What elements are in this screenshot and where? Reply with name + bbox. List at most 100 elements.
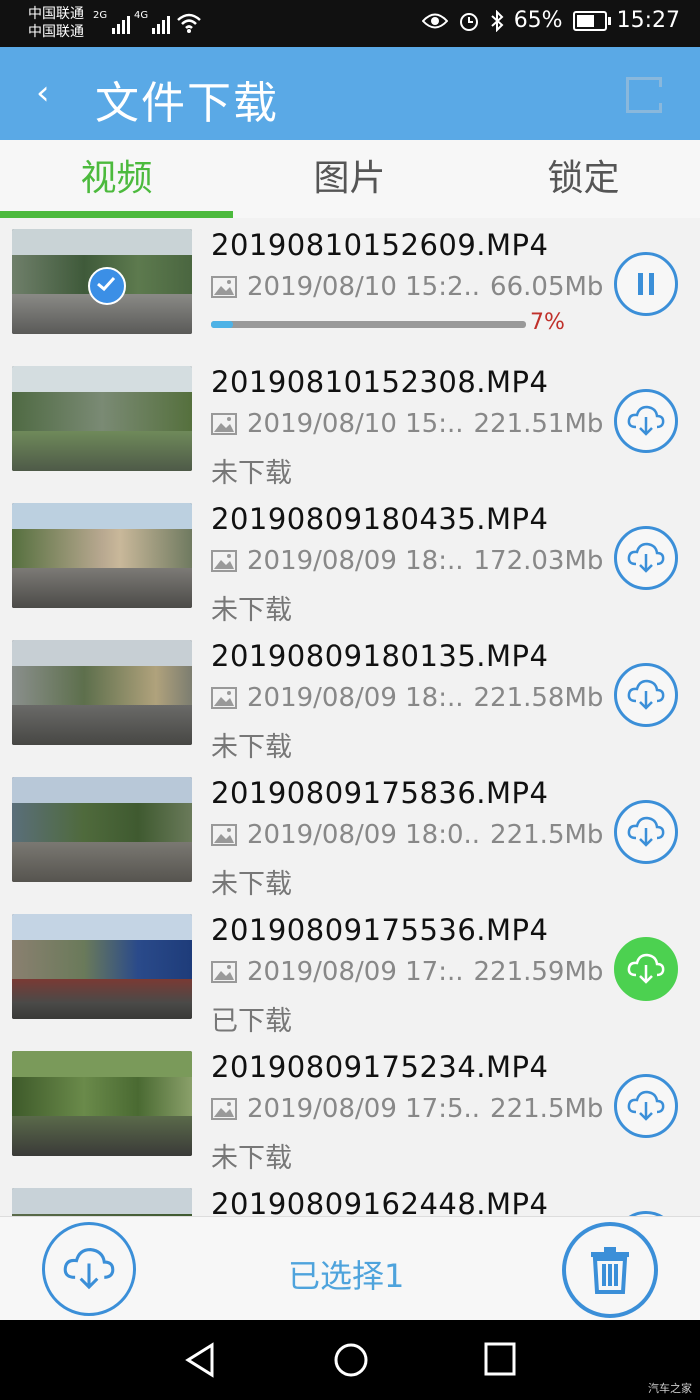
- download-progress-bar: [211, 321, 526, 328]
- recents-nav-icon[interactable]: [484, 1342, 516, 1376]
- file-date: 2019/08/10 15:..: [247, 409, 464, 439]
- tab-video[interactable]: 视频: [0, 140, 233, 218]
- downloaded-button[interactable]: [614, 937, 678, 1001]
- file-size: 221.5Mb: [490, 1094, 604, 1124]
- file-meta: 2019/08/10 15:2.. 66.05Mb: [211, 272, 603, 302]
- status-bar: 中国联通 中国联通 2G 4G 65% 15:27: [0, 0, 700, 47]
- cloud-download-icon: [627, 953, 665, 984]
- video-thumbnail[interactable]: [12, 1188, 192, 1216]
- app-bar: ‹ 文件下载: [0, 47, 700, 140]
- video-thumbnail[interactable]: [12, 503, 192, 608]
- file-meta: 2019/08/10 15:.. 221.51Mb: [211, 409, 603, 439]
- image-icon: [211, 1098, 237, 1120]
- trash-icon: [591, 1247, 629, 1294]
- tab-locked[interactable]: 锁定: [467, 140, 700, 218]
- alarm-icon: [459, 12, 478, 31]
- carrier-2: 中国联通: [28, 24, 84, 40]
- home-nav-icon[interactable]: [333, 1342, 369, 1378]
- list-item[interactable]: 20190810152609.MP4 2019/08/10 15:2.. 66.…: [0, 218, 700, 356]
- list-item[interactable]: 20190809180435.MP4 2019/08/09 18:.. 172.…: [0, 492, 700, 630]
- file-size: 66.05Mb: [490, 272, 604, 302]
- list-item[interactable]: 20190809175536.MP4 2019/08/09 17:.. 221.…: [0, 903, 700, 1041]
- carrier-1: 中国联通: [28, 6, 84, 22]
- bluetooth-icon: [491, 9, 504, 32]
- video-thumbnail[interactable]: [12, 229, 192, 334]
- file-date: 2019/08/10 15:2..: [247, 272, 481, 302]
- list-item[interactable]: 20190809175836.MP4 2019/08/09 18:0.. 221…: [0, 766, 700, 904]
- delete-button[interactable]: [562, 1222, 658, 1318]
- page-title: 文件下载: [95, 78, 279, 129]
- batch-download-button[interactable]: [42, 1222, 136, 1316]
- cloud-download-icon: [63, 1248, 115, 1290]
- file-name: 20190809162448.MP4: [211, 1187, 549, 1216]
- download-button[interactable]: [614, 663, 678, 727]
- list-item[interactable]: 20190809180135.MP4 2019/08/09 18:.. 221.…: [0, 629, 700, 767]
- file-name: 20190809180135.MP4: [211, 639, 549, 673]
- download-percent: 7%: [530, 310, 565, 335]
- download-status: 未下载: [211, 458, 292, 489]
- file-meta: 2019/08/09 18:0.. 221.5Mb: [211, 820, 603, 850]
- signal-icon-2: 4G: [134, 10, 170, 34]
- video-thumbnail[interactable]: [12, 640, 192, 745]
- download-status: 已下载: [211, 1006, 292, 1037]
- video-thumbnail[interactable]: [12, 777, 192, 882]
- file-size: 221.59Mb: [473, 957, 604, 987]
- image-icon: [211, 824, 237, 846]
- list-item[interactable]: 20190809162448.MP4: [0, 1177, 700, 1216]
- tab-indicator: [0, 211, 233, 218]
- back-nav-icon[interactable]: [184, 1342, 216, 1378]
- cloud-download-icon: [627, 816, 665, 847]
- file-name: 20190809180435.MP4: [211, 502, 549, 536]
- video-thumbnail[interactable]: [12, 914, 192, 1019]
- battery-icon: [572, 10, 611, 31]
- carrier-labels: 中国联通 中国联通: [28, 5, 84, 41]
- bottom-action-bar: 已选择1: [0, 1216, 700, 1321]
- clock: 15:27: [616, 8, 680, 33]
- file-name: 20190810152609.MP4: [211, 228, 549, 262]
- download-status: 未下载: [211, 732, 292, 763]
- pause-icon: [638, 273, 654, 295]
- download-status: 未下载: [211, 869, 292, 900]
- tab-pictures[interactable]: 图片: [233, 140, 466, 218]
- video-thumbnail[interactable]: [12, 366, 192, 471]
- back-button[interactable]: ‹: [36, 73, 50, 113]
- select-all-icon[interactable]: [626, 77, 662, 113]
- file-meta: 2019/08/09 17:5.. 221.5Mb: [211, 1094, 603, 1124]
- pause-button[interactable]: [614, 252, 678, 316]
- download-button[interactable]: [614, 389, 678, 453]
- file-date: 2019/08/09 17:..: [247, 957, 464, 987]
- image-icon: [211, 413, 237, 435]
- list-item[interactable]: 20190810152308.MP4 2019/08/10 15:.. 221.…: [0, 355, 700, 493]
- list-item[interactable]: 20190809175234.MP4 2019/08/09 17:5.. 221…: [0, 1040, 700, 1178]
- signal-icon-1: 2G: [93, 10, 130, 34]
- download-button[interactable]: [614, 1074, 678, 1138]
- cloud-download-icon: [627, 1090, 665, 1121]
- wifi-icon: [177, 13, 201, 33]
- download-status: 未下载: [211, 1143, 292, 1174]
- image-icon: [211, 550, 237, 572]
- eye-icon: [421, 13, 448, 28]
- file-name: 20190809175536.MP4: [211, 913, 549, 947]
- file-name: 20190810152308.MP4: [211, 365, 549, 399]
- file-meta: 2019/08/09 18:.. 172.03Mb: [211, 546, 603, 576]
- system-nav-bar: 汽车之家: [0, 1320, 700, 1400]
- cloud-download-icon: [627, 679, 665, 710]
- cloud-download-icon: [627, 405, 665, 436]
- download-button[interactable]: [614, 526, 678, 590]
- download-button[interactable]: [614, 800, 678, 864]
- selected-check-icon: [88, 267, 126, 305]
- video-thumbnail[interactable]: [12, 1051, 192, 1156]
- file-size: 221.5Mb: [490, 820, 604, 850]
- file-meta: 2019/08/09 17:.. 221.59Mb: [211, 957, 603, 987]
- cloud-download-icon: [627, 542, 665, 573]
- file-date: 2019/08/09 18:..: [247, 546, 464, 576]
- file-size: 221.58Mb: [473, 683, 604, 713]
- file-date: 2019/08/09 17:5..: [247, 1094, 481, 1124]
- file-date: 2019/08/09 18:0..: [247, 820, 481, 850]
- file-size: 172.03Mb: [473, 546, 604, 576]
- file-list[interactable]: 20190810152609.MP4 2019/08/10 15:2.. 66.…: [0, 218, 700, 1216]
- image-icon: [211, 961, 237, 983]
- tab-bar: 视频 图片 锁定: [0, 140, 700, 219]
- battery-percent: 65%: [513, 8, 563, 33]
- watermark: 汽车之家: [648, 1382, 692, 1395]
